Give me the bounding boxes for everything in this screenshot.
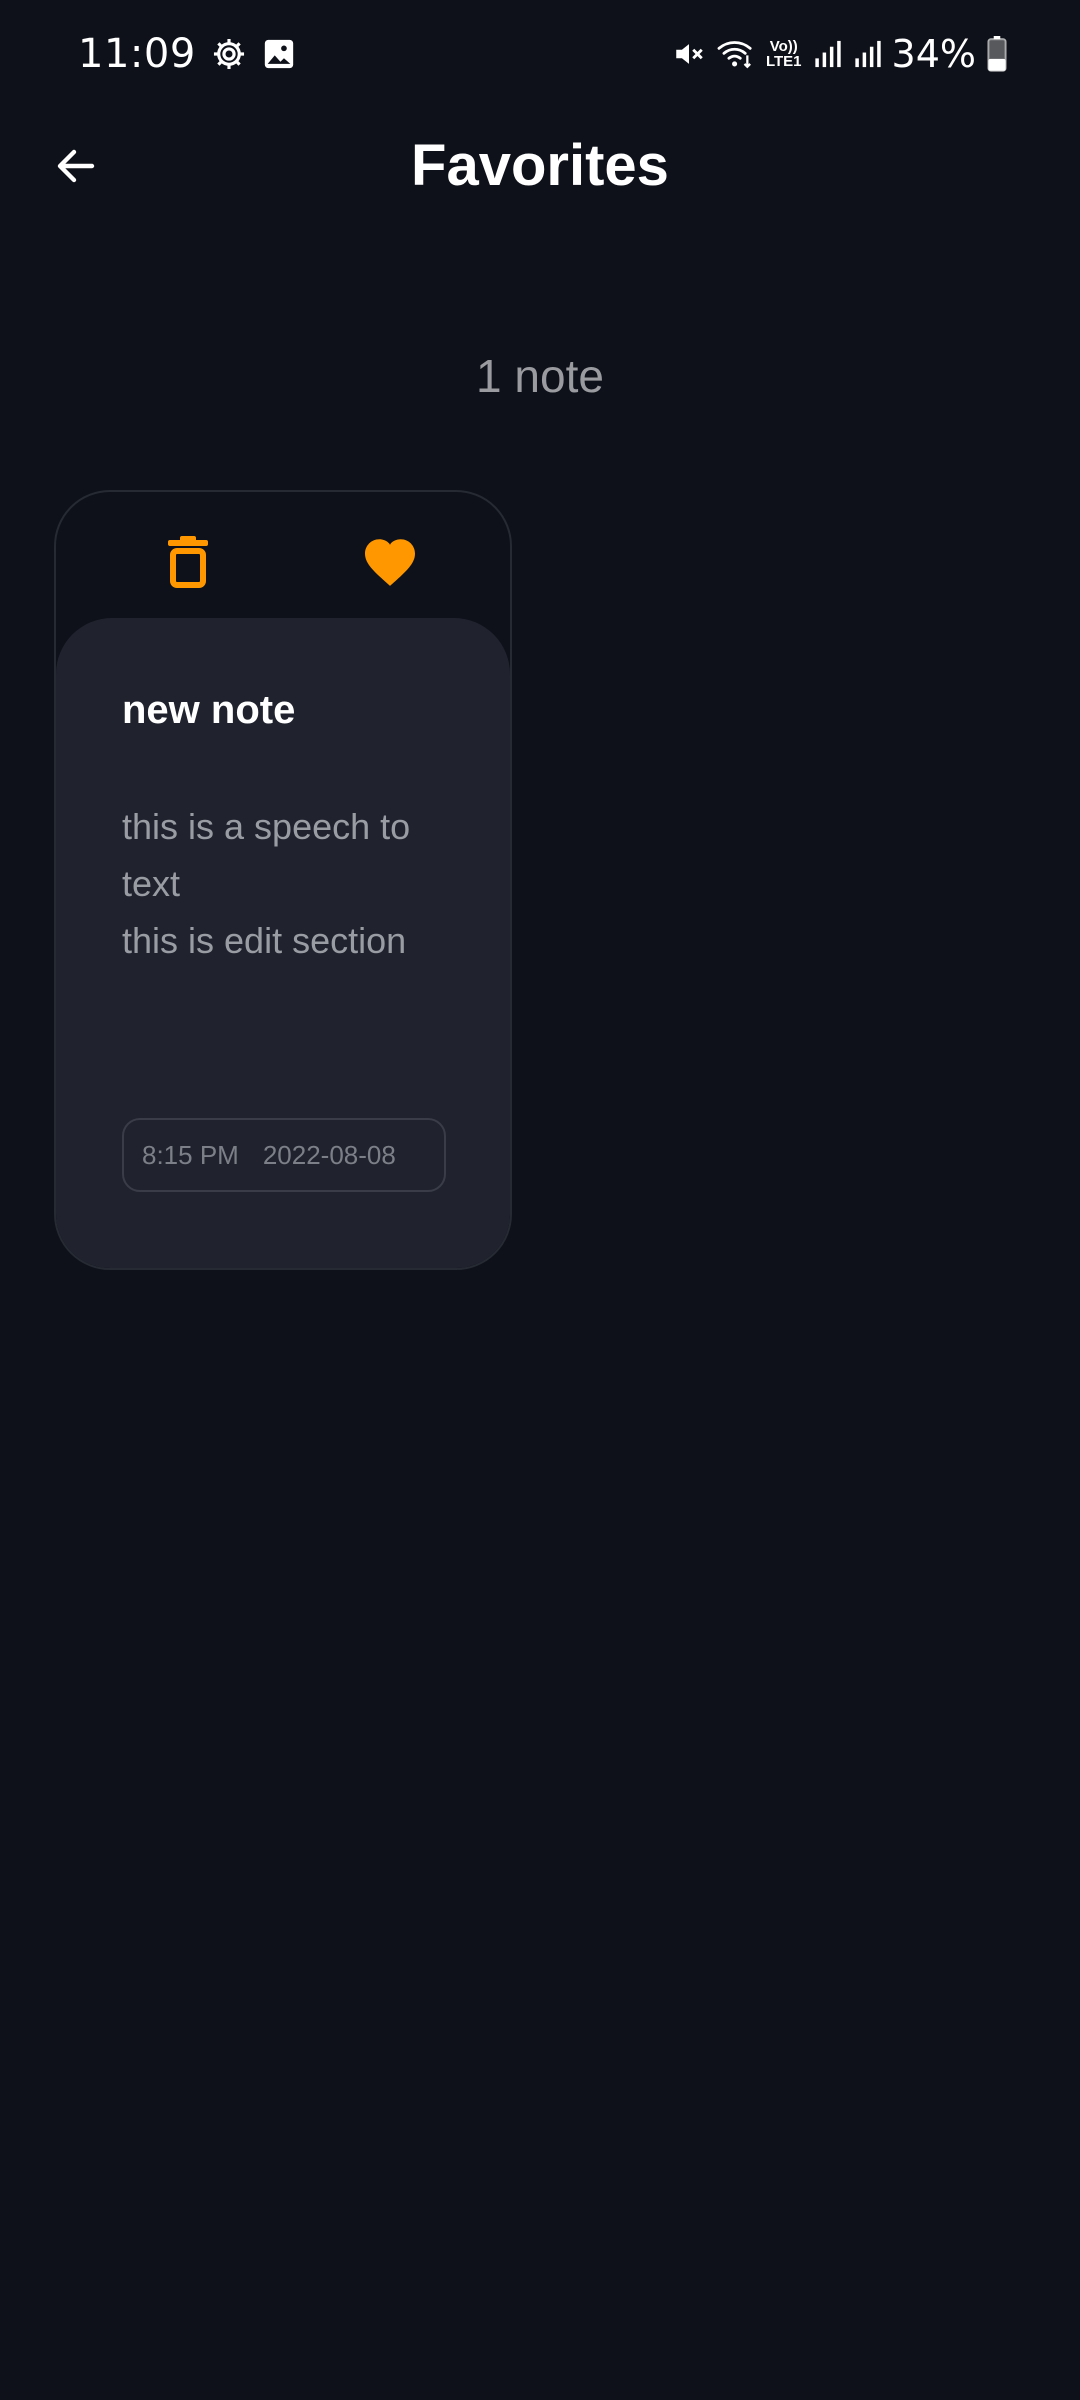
battery-icon [986, 36, 1008, 72]
status-bar: 11:09 Vo)) LTE1 34% [0, 0, 1080, 110]
note-count: 1 note [476, 350, 604, 402]
settings-icon [210, 35, 248, 73]
status-bar-left: 11:09 [78, 28, 296, 80]
volte-label-top: Vo)) [769, 38, 798, 55]
note-title: new note [122, 688, 296, 732]
status-time: 11:09 [78, 31, 196, 77]
note-timestamp: 8:15 PM 2022-08-08 [122, 1118, 446, 1192]
mute-icon [672, 37, 706, 71]
delete-button[interactable] [154, 528, 222, 596]
note-date: 2022-08-08 [262, 1139, 396, 1170]
note-body: new note this is a speech to text this i… [56, 618, 510, 1268]
battery-percent: 34% [891, 32, 976, 76]
app-bar: Favorites [0, 110, 1080, 222]
signal-icon [852, 38, 882, 70]
delete-icon [168, 536, 208, 588]
note-time: 8:15 PM [142, 1139, 239, 1170]
note-card[interactable]: new note this is a speech to text this i… [54, 490, 512, 1270]
signal-icon [812, 38, 842, 70]
page-title: Favorites [411, 133, 669, 198]
volte-label-bottom: LTE1 [765, 53, 802, 70]
gallery-icon [262, 37, 296, 71]
heart-icon [365, 539, 415, 586]
favorite-button[interactable] [352, 528, 428, 596]
wifi-icon [716, 37, 756, 71]
status-bar-right: Vo)) LTE1 34% [672, 28, 1008, 80]
note-content: this is a speech to text this is edit se… [122, 806, 411, 961]
volte-icon: Vo)) LTE1 [766, 39, 802, 69]
card-actions [56, 492, 510, 618]
